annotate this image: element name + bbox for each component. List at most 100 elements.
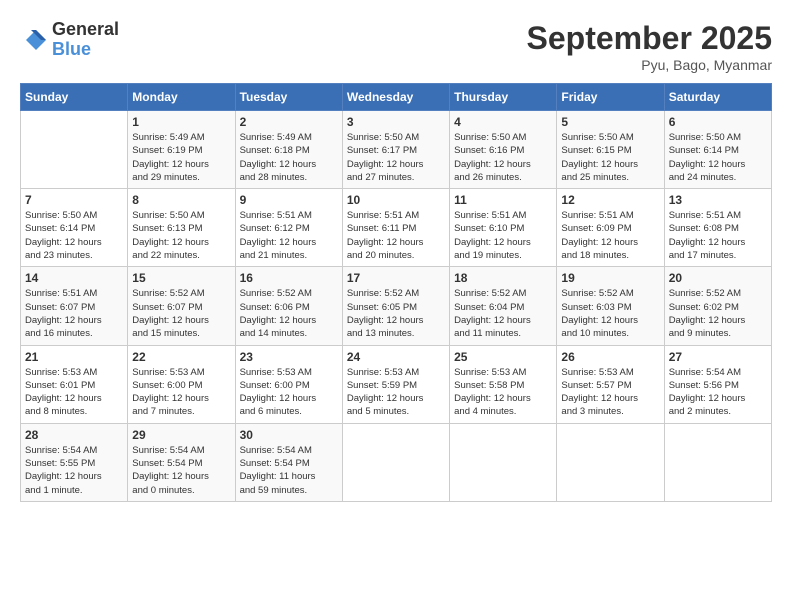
calendar-cell: 7 Sunrise: 5:50 AM Sunset: 6:14 PM Daylig… bbox=[21, 189, 128, 267]
calendar-cell: 13 Sunrise: 5:51 AM Sunset: 6:08 PM Dayli… bbox=[664, 189, 771, 267]
day-number: 15 bbox=[132, 271, 230, 285]
calendar-header: SundayMondayTuesdayWednesdayThursdayFrid… bbox=[21, 84, 772, 111]
day-number: 17 bbox=[347, 271, 445, 285]
calendar-cell: 17 Sunrise: 5:52 AM Sunset: 6:05 PM Dayli… bbox=[342, 267, 449, 345]
month-title: September 2025 bbox=[527, 20, 772, 57]
header-day-tuesday: Tuesday bbox=[235, 84, 342, 111]
day-info: Sunrise: 5:53 AM Sunset: 6:01 PM Dayligh… bbox=[25, 366, 123, 419]
calendar-cell: 4 Sunrise: 5:50 AM Sunset: 6:16 PM Daylig… bbox=[450, 111, 557, 189]
day-info: Sunrise: 5:51 AM Sunset: 6:09 PM Dayligh… bbox=[561, 209, 659, 262]
day-info: Sunrise: 5:53 AM Sunset: 6:00 PM Dayligh… bbox=[240, 366, 338, 419]
calendar-cell: 19Sunrise: 5:52 AM Sunset: 6:03 PM Dayli… bbox=[557, 267, 664, 345]
calendar-cell: 11 Sunrise: 5:51 AM Sunset: 6:10 PM Dayli… bbox=[450, 189, 557, 267]
day-info: Sunrise: 5:52 AM Sunset: 6:06 PM Dayligh… bbox=[240, 287, 338, 340]
day-info: Sunrise: 5:52 AM Sunset: 6:02 PM Dayligh… bbox=[669, 287, 767, 340]
calendar-cell: 6 Sunrise: 5:50 AM Sunset: 6:14 PM Daylig… bbox=[664, 111, 771, 189]
day-number: 3 bbox=[347, 115, 445, 129]
location-subtitle: Pyu, Bago, Myanmar bbox=[527, 57, 772, 73]
calendar-table: SundayMondayTuesdayWednesdayThursdayFrid… bbox=[20, 83, 772, 502]
day-number: 9 bbox=[240, 193, 338, 207]
logo-line2: Blue bbox=[52, 40, 119, 60]
day-number: 21 bbox=[25, 350, 123, 364]
day-number: 12 bbox=[561, 193, 659, 207]
calendar-cell: 5Sunrise: 5:50 AM Sunset: 6:15 PM Daylig… bbox=[557, 111, 664, 189]
day-number: 23 bbox=[240, 350, 338, 364]
calendar-cell bbox=[342, 423, 449, 501]
day-info: Sunrise: 5:53 AM Sunset: 5:57 PM Dayligh… bbox=[561, 366, 659, 419]
calendar-cell: 9 Sunrise: 5:51 AM Sunset: 6:12 PM Daylig… bbox=[235, 189, 342, 267]
day-info: Sunrise: 5:52 AM Sunset: 6:04 PM Dayligh… bbox=[454, 287, 552, 340]
day-info: Sunrise: 5:52 AM Sunset: 6:07 PM Dayligh… bbox=[132, 287, 230, 340]
day-number: 6 bbox=[669, 115, 767, 129]
day-info: Sunrise: 5:53 AM Sunset: 5:58 PM Dayligh… bbox=[454, 366, 552, 419]
calendar-cell: 30 Sunrise: 5:54 AM Sunset: 5:54 PM Dayli… bbox=[235, 423, 342, 501]
day-info: Sunrise: 5:51 AM Sunset: 6:08 PM Dayligh… bbox=[669, 209, 767, 262]
week-row-4: 21 Sunrise: 5:53 AM Sunset: 6:01 PM Dayli… bbox=[21, 345, 772, 423]
day-number: 5 bbox=[561, 115, 659, 129]
logo: General Blue bbox=[20, 20, 119, 60]
day-number: 1 bbox=[132, 115, 230, 129]
day-number: 4 bbox=[454, 115, 552, 129]
calendar-cell bbox=[557, 423, 664, 501]
logo-icon bbox=[20, 26, 48, 54]
calendar-cell bbox=[21, 111, 128, 189]
calendar-cell: 21 Sunrise: 5:53 AM Sunset: 6:01 PM Dayli… bbox=[21, 345, 128, 423]
calendar-cell: 27Sunrise: 5:54 AM Sunset: 5:56 PM Dayli… bbox=[664, 345, 771, 423]
header-day-friday: Friday bbox=[557, 84, 664, 111]
calendar-cell: 18Sunrise: 5:52 AM Sunset: 6:04 PM Dayli… bbox=[450, 267, 557, 345]
day-info: Sunrise: 5:54 AM Sunset: 5:56 PM Dayligh… bbox=[669, 366, 767, 419]
calendar-cell: 22 Sunrise: 5:53 AM Sunset: 6:00 PM Dayli… bbox=[128, 345, 235, 423]
header-day-thursday: Thursday bbox=[450, 84, 557, 111]
day-number: 13 bbox=[669, 193, 767, 207]
day-info: Sunrise: 5:49 AM Sunset: 6:18 PM Dayligh… bbox=[240, 131, 338, 184]
day-number: 7 bbox=[25, 193, 123, 207]
calendar-cell: 1Sunrise: 5:49 AM Sunset: 6:19 PM Daylig… bbox=[128, 111, 235, 189]
calendar-cell bbox=[450, 423, 557, 501]
day-info: Sunrise: 5:50 AM Sunset: 6:13 PM Dayligh… bbox=[132, 209, 230, 262]
day-info: Sunrise: 5:52 AM Sunset: 6:05 PM Dayligh… bbox=[347, 287, 445, 340]
day-number: 11 bbox=[454, 193, 552, 207]
calendar-cell: 15 Sunrise: 5:52 AM Sunset: 6:07 PM Dayli… bbox=[128, 267, 235, 345]
day-info: Sunrise: 5:50 AM Sunset: 6:16 PM Dayligh… bbox=[454, 131, 552, 184]
header-day-sunday: Sunday bbox=[21, 84, 128, 111]
day-info: Sunrise: 5:51 AM Sunset: 6:11 PM Dayligh… bbox=[347, 209, 445, 262]
calendar-cell: 3 Sunrise: 5:50 AM Sunset: 6:17 PM Daylig… bbox=[342, 111, 449, 189]
day-number: 16 bbox=[240, 271, 338, 285]
calendar-cell: 23 Sunrise: 5:53 AM Sunset: 6:00 PM Dayli… bbox=[235, 345, 342, 423]
page-header: General Blue September 2025 Pyu, Bago, M… bbox=[20, 20, 772, 73]
day-info: Sunrise: 5:50 AM Sunset: 6:14 PM Dayligh… bbox=[25, 209, 123, 262]
day-info: Sunrise: 5:51 AM Sunset: 6:10 PM Dayligh… bbox=[454, 209, 552, 262]
calendar-cell: 2Sunrise: 5:49 AM Sunset: 6:18 PM Daylig… bbox=[235, 111, 342, 189]
day-number: 8 bbox=[132, 193, 230, 207]
week-row-1: 1Sunrise: 5:49 AM Sunset: 6:19 PM Daylig… bbox=[21, 111, 772, 189]
logo-text: General Blue bbox=[52, 20, 119, 60]
week-row-2: 7 Sunrise: 5:50 AM Sunset: 6:14 PM Daylig… bbox=[21, 189, 772, 267]
day-number: 20 bbox=[669, 271, 767, 285]
calendar-cell: 24 Sunrise: 5:53 AM Sunset: 5:59 PM Dayli… bbox=[342, 345, 449, 423]
day-info: Sunrise: 5:53 AM Sunset: 5:59 PM Dayligh… bbox=[347, 366, 445, 419]
logo-line1: General bbox=[52, 20, 119, 40]
calendar-cell: 14Sunrise: 5:51 AM Sunset: 6:07 PM Dayli… bbox=[21, 267, 128, 345]
day-info: Sunrise: 5:51 AM Sunset: 6:12 PM Dayligh… bbox=[240, 209, 338, 262]
day-number: 30 bbox=[240, 428, 338, 442]
day-info: Sunrise: 5:50 AM Sunset: 6:14 PM Dayligh… bbox=[669, 131, 767, 184]
day-info: Sunrise: 5:54 AM Sunset: 5:54 PM Dayligh… bbox=[240, 444, 338, 497]
calendar-cell: 12 Sunrise: 5:51 AM Sunset: 6:09 PM Dayli… bbox=[557, 189, 664, 267]
day-info: Sunrise: 5:50 AM Sunset: 6:17 PM Dayligh… bbox=[347, 131, 445, 184]
day-number: 26 bbox=[561, 350, 659, 364]
day-info: Sunrise: 5:54 AM Sunset: 5:54 PM Dayligh… bbox=[132, 444, 230, 497]
day-number: 25 bbox=[454, 350, 552, 364]
header-day-saturday: Saturday bbox=[664, 84, 771, 111]
calendar-cell: 29 Sunrise: 5:54 AM Sunset: 5:54 PM Dayli… bbox=[128, 423, 235, 501]
week-row-5: 28Sunrise: 5:54 AM Sunset: 5:55 PM Dayli… bbox=[21, 423, 772, 501]
day-number: 29 bbox=[132, 428, 230, 442]
day-number: 24 bbox=[347, 350, 445, 364]
day-number: 28 bbox=[25, 428, 123, 442]
calendar-cell: 28Sunrise: 5:54 AM Sunset: 5:55 PM Dayli… bbox=[21, 423, 128, 501]
calendar-cell: 16 Sunrise: 5:52 AM Sunset: 6:06 PM Dayli… bbox=[235, 267, 342, 345]
calendar-cell bbox=[664, 423, 771, 501]
calendar-cell: 10Sunrise: 5:51 AM Sunset: 6:11 PM Dayli… bbox=[342, 189, 449, 267]
day-number: 19 bbox=[561, 271, 659, 285]
day-number: 22 bbox=[132, 350, 230, 364]
day-info: Sunrise: 5:53 AM Sunset: 6:00 PM Dayligh… bbox=[132, 366, 230, 419]
